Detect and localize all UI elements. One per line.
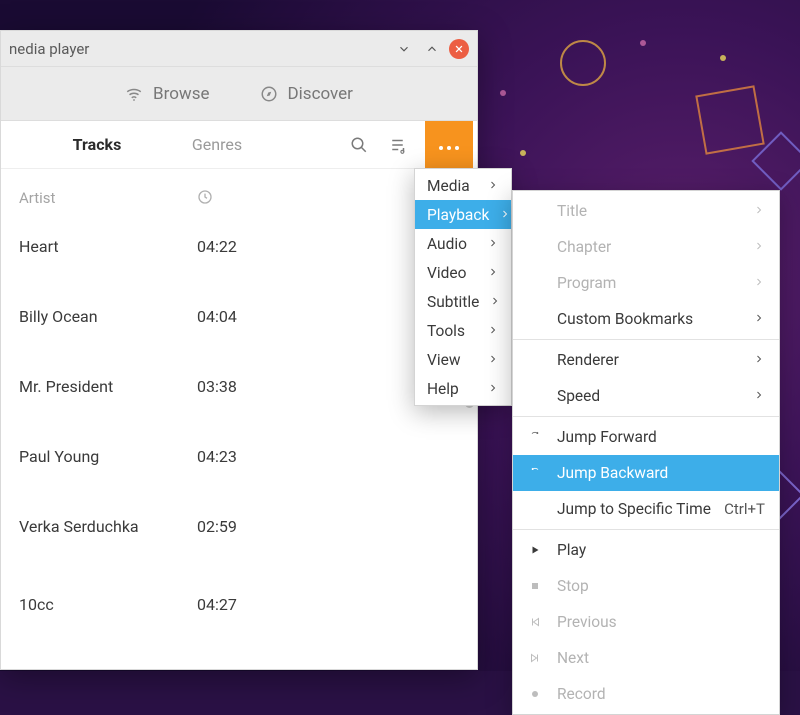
menu-program: Program (513, 265, 779, 301)
minimize-button[interactable] (393, 38, 415, 60)
chevron-right-icon (753, 202, 765, 220)
menu-custom-bookmarks[interactable]: Custom Bookmarks (513, 301, 779, 337)
track-artist: Heart (19, 237, 197, 256)
search-icon (350, 136, 368, 154)
menu-previous: Previous (513, 604, 779, 640)
menu-media[interactable]: Media (415, 171, 511, 200)
clock-icon (197, 189, 213, 205)
menu-title: Title (513, 193, 779, 229)
track-duration: 04:27 (197, 595, 257, 614)
more-button[interactable] (425, 121, 473, 169)
tab-bar: Tracks Genres (1, 121, 477, 169)
nav-browse[interactable]: Browse (125, 84, 209, 104)
menu-renderer[interactable]: Renderer (513, 342, 779, 378)
window-title: nedia player (9, 40, 387, 58)
menu-jump-specific[interactable]: Jump to Specific TimeCtrl+T (513, 491, 779, 527)
menu-record: Record (513, 676, 779, 712)
menu-separator (513, 339, 779, 340)
chevron-right-icon (753, 238, 765, 256)
menu-video[interactable]: Video (415, 258, 511, 287)
tab-genres[interactable]: Genres (157, 135, 277, 154)
chevron-right-icon (487, 351, 499, 369)
media-player-window: nedia player Browse Discover Tracks Genr… (0, 30, 478, 670)
track-duration: 04:23 (197, 447, 257, 466)
track-row[interactable]: Verka Serduchka 02:59 (19, 517, 459, 595)
record-icon (527, 686, 543, 702)
track-row[interactable]: Paul Young 04:23 (19, 447, 459, 517)
track-duration: 04:22 (197, 237, 257, 256)
menu-tools[interactable]: Tools (415, 316, 511, 345)
menu-jump-backward[interactable]: Jump Backward (513, 455, 779, 491)
menu-speed[interactable]: Speed (513, 378, 779, 414)
jump-forward-icon (527, 429, 543, 445)
header-artist[interactable]: Artist (19, 189, 197, 207)
chevron-right-icon (487, 322, 499, 340)
chevron-right-icon (753, 310, 765, 328)
track-row[interactable]: Heart 04:22 (19, 237, 459, 307)
menu-stop: Stop (513, 568, 779, 604)
track-duration: 02:59 (197, 517, 257, 536)
top-nav: Browse Discover (1, 67, 477, 121)
nav-browse-label: Browse (153, 84, 209, 104)
track-artist: Mr. President (19, 377, 197, 396)
close-button[interactable] (449, 39, 469, 59)
menu-playback-sub: Title Chapter Program Custom Bookmarks R… (512, 190, 780, 715)
tab-tracks[interactable]: Tracks (37, 135, 157, 154)
chevron-down-icon (397, 42, 411, 56)
track-list-header: Artist (1, 169, 477, 221)
track-row[interactable]: Mr. President 03:38 (19, 377, 459, 447)
menu-play[interactable]: Play (513, 532, 779, 568)
queue-button[interactable] (379, 125, 419, 165)
track-artist: Billy Ocean (19, 307, 197, 326)
wifi-icon (125, 85, 143, 103)
previous-icon (527, 614, 543, 630)
track-row[interactable]: Billy Ocean 04:04 (19, 307, 459, 377)
stop-icon (527, 578, 543, 594)
track-row[interactable]: 10cc 04:27 (19, 595, 459, 665)
nav-discover[interactable]: Discover (260, 84, 353, 104)
menu-view[interactable]: View (415, 345, 511, 374)
menu-audio[interactable]: Audio (415, 229, 511, 258)
titlebar[interactable]: nedia player (1, 31, 477, 67)
track-list: Heart 04:22 Billy Ocean 04:04 Mr. Presid… (1, 221, 477, 665)
menu-playback[interactable]: Playback (415, 200, 511, 229)
chevron-right-icon (499, 206, 511, 224)
chevron-right-icon (487, 380, 499, 398)
menu-help[interactable]: Help (415, 374, 511, 403)
chevron-right-icon (753, 274, 765, 292)
play-icon (527, 542, 543, 558)
menu-subtitle[interactable]: Subtitle (415, 287, 511, 316)
playlist-icon (390, 136, 408, 154)
chevron-right-icon (487, 177, 499, 195)
menu-separator (513, 529, 779, 530)
header-duration[interactable] (197, 189, 257, 207)
track-artist: Verka Serduchka (19, 517, 197, 536)
search-button[interactable] (339, 125, 379, 165)
track-artist: 10cc (19, 595, 197, 614)
menu-chapter: Chapter (513, 229, 779, 265)
ellipsis-icon (437, 135, 461, 154)
chevron-right-icon (489, 293, 501, 311)
menu-jump-forward[interactable]: Jump Forward (513, 419, 779, 455)
close-icon (454, 44, 464, 54)
track-artist: Paul Young (19, 447, 197, 466)
chevron-right-icon (753, 351, 765, 369)
chevron-up-icon (425, 42, 439, 56)
next-icon (527, 650, 543, 666)
track-duration: 03:38 (197, 377, 257, 396)
chevron-right-icon (487, 235, 499, 253)
jump-backward-icon (527, 465, 543, 481)
chevron-right-icon (753, 387, 765, 405)
maximize-button[interactable] (421, 38, 443, 60)
menu-main: Media Playback Audio Video Subtitle Tool… (414, 168, 512, 406)
menu-separator (513, 416, 779, 417)
nav-discover-label: Discover (288, 84, 353, 104)
chevron-right-icon (487, 264, 499, 282)
menu-shortcut: Ctrl+T (724, 500, 765, 518)
compass-icon (260, 85, 278, 103)
track-duration: 04:04 (197, 307, 257, 326)
